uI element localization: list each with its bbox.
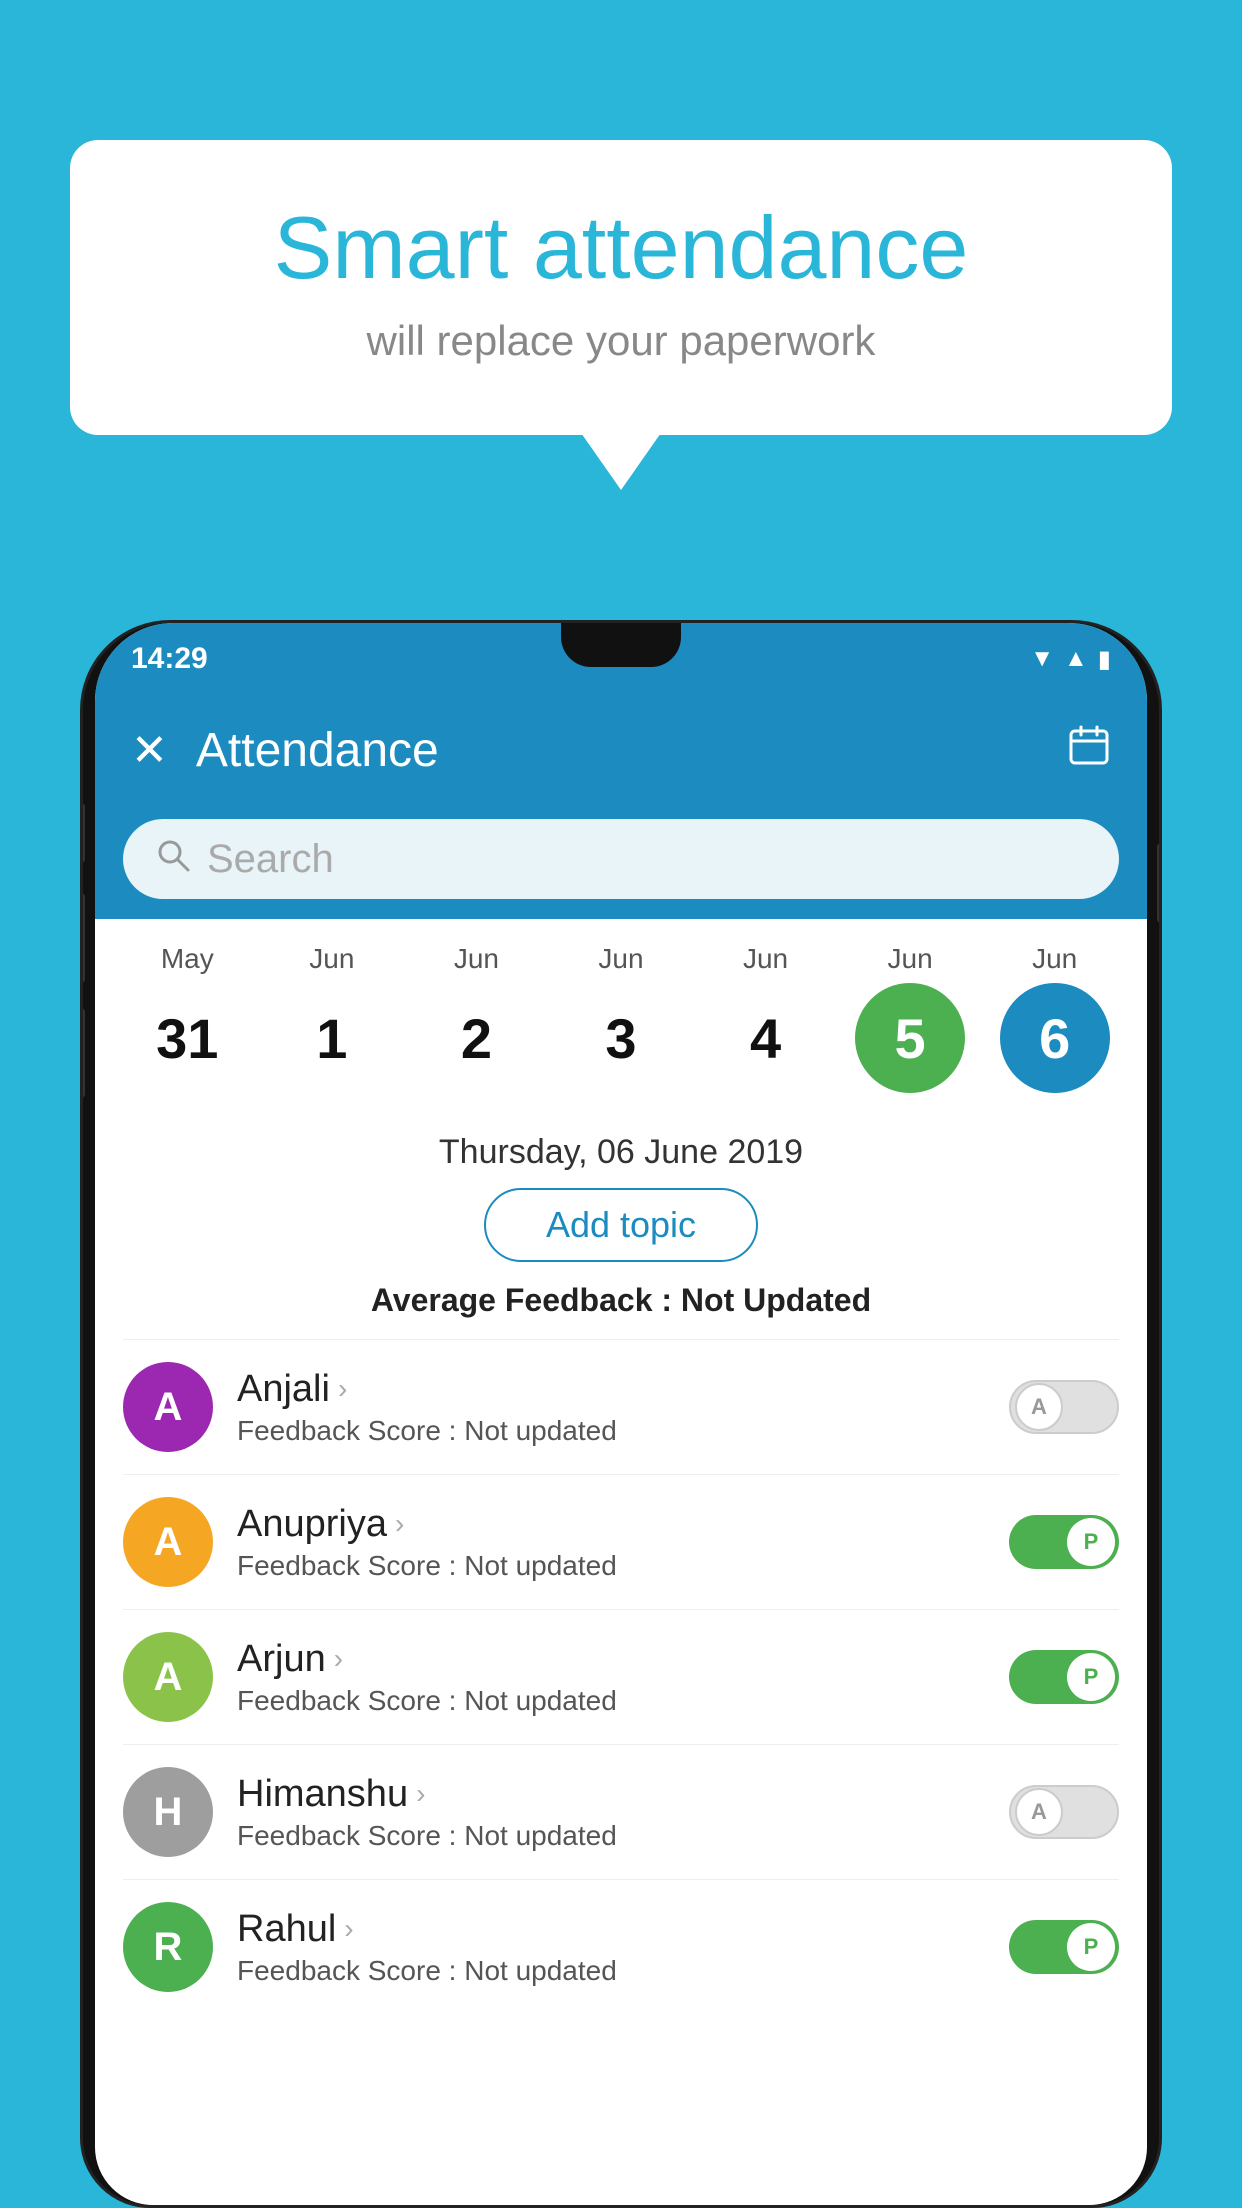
- toggle-circle: P: [1067, 1653, 1115, 1701]
- close-button[interactable]: ✕: [131, 725, 168, 776]
- date-month-label: Jun: [888, 943, 933, 975]
- avatar: H: [123, 1767, 213, 1857]
- battery-icon: ▮: [1098, 645, 1111, 674]
- student-name: Anjali›: [237, 1368, 985, 1411]
- avatar: A: [123, 1497, 213, 1587]
- feedback-score: Feedback Score : Not updated: [237, 1685, 985, 1717]
- date-month-label: Jun: [454, 943, 499, 975]
- bottom-fade: [95, 2125, 1147, 2205]
- attendance-toggle[interactable]: A: [1009, 1785, 1119, 1839]
- toggle-circle: P: [1067, 1923, 1115, 1971]
- student-name: Anupriya›: [237, 1503, 985, 1546]
- average-feedback: Average Feedback : Not Updated: [123, 1282, 1119, 1339]
- calendar-icon[interactable]: [1067, 723, 1111, 777]
- status-icons: ▼ ▲ ▮: [1030, 645, 1111, 674]
- wifi-icon: ▼: [1030, 645, 1054, 673]
- student-name: Arjun›: [237, 1638, 985, 1681]
- search-icon: [155, 837, 191, 882]
- date-month-label: Jun: [1032, 943, 1077, 975]
- bubble-subtitle: will replace your paperwork: [140, 317, 1102, 365]
- date-day-number[interactable]: 6: [1000, 983, 1110, 1093]
- phone-screen: 14:29 ▼ ▲ ▮ ✕ Attendance: [95, 623, 1147, 2205]
- student-info: Rahul› Feedback Score : Not updated: [237, 1908, 985, 1987]
- avg-feedback-value: Not Updated: [681, 1282, 871, 1318]
- date-month-label: Jun: [598, 943, 643, 975]
- student-item[interactable]: H Himanshu› Feedback Score : Not updated A: [123, 1744, 1119, 1879]
- student-info: Anupriya› Feedback Score : Not updated: [237, 1503, 985, 1582]
- chevron-icon: ›: [334, 1643, 343, 1675]
- search-bar[interactable]: Search: [123, 819, 1119, 899]
- chevron-icon: ›: [344, 1913, 353, 1945]
- student-list: AAnjali›Feedback Score : Not updatedAAAn…: [123, 1339, 1119, 2014]
- student-name-text: Arjun: [237, 1638, 326, 1681]
- avatar: A: [123, 1632, 213, 1722]
- avg-feedback-label: Average Feedback :: [371, 1282, 672, 1318]
- toggle-circle: A: [1015, 1788, 1063, 1836]
- app-bar-title: Attendance: [196, 723, 1039, 778]
- search-container: Search: [95, 805, 1147, 919]
- avatar: R: [123, 1902, 213, 1992]
- date-column[interactable]: Jun 1: [267, 943, 397, 1093]
- feedback-score: Feedback Score : Not updated: [237, 1955, 985, 1987]
- date-month-label: Jun: [309, 943, 354, 975]
- feedback-score: Feedback Score : Not updated: [237, 1415, 985, 1447]
- chevron-icon: ›: [395, 1508, 404, 1540]
- attendance-toggle[interactable]: P: [1009, 1650, 1119, 1704]
- student-item[interactable]: R Rahul› Feedback Score : Not updated P: [123, 1879, 1119, 2014]
- volume-down-button: [80, 1008, 85, 1098]
- search-input[interactable]: Search: [207, 837, 334, 882]
- student-info: Anjali› Feedback Score : Not updated: [237, 1368, 985, 1447]
- student-name: Rahul›: [237, 1908, 985, 1951]
- signal-icon: ▲: [1064, 645, 1088, 673]
- toggle-circle: P: [1067, 1518, 1115, 1566]
- date-day-number[interactable]: 3: [566, 983, 676, 1093]
- avatar: A: [123, 1362, 213, 1452]
- student-name: Himanshu›: [237, 1773, 985, 1816]
- student-item[interactable]: A Arjun› Feedback Score : Not updated P: [123, 1609, 1119, 1744]
- content-area: Thursday, 06 June 2019 Add topic Average…: [95, 1109, 1147, 2014]
- student-info: Arjun› Feedback Score : Not updated: [237, 1638, 985, 1717]
- student-name-text: Rahul: [237, 1908, 336, 1951]
- toggle-circle: A: [1015, 1383, 1063, 1431]
- date-day-number[interactable]: 1: [277, 983, 387, 1093]
- date-day-number[interactable]: 2: [421, 983, 531, 1093]
- date-column[interactable]: Jun 6: [990, 943, 1120, 1093]
- feedback-score: Feedback Score : Not updated: [237, 1550, 985, 1582]
- date-month-label: May: [161, 943, 214, 975]
- status-time: 14:29: [131, 642, 208, 676]
- attendance-toggle[interactable]: A: [1009, 1380, 1119, 1434]
- date-column[interactable]: Jun 4: [701, 943, 831, 1093]
- selected-date: Thursday, 06 June 2019: [123, 1109, 1119, 1188]
- date-month-label: Jun: [743, 943, 788, 975]
- chevron-icon: ›: [416, 1778, 425, 1810]
- student-info: Himanshu› Feedback Score : Not updated: [237, 1773, 985, 1852]
- student-name-text: Anupriya: [237, 1503, 387, 1546]
- date-column[interactable]: May 31: [122, 943, 252, 1093]
- chevron-icon: ›: [338, 1373, 347, 1405]
- feedback-score: Feedback Score : Not updated: [237, 1820, 985, 1852]
- date-column[interactable]: Jun 5: [845, 943, 975, 1093]
- student-item[interactable]: A Anupriya› Feedback Score : Not updated P: [123, 1474, 1119, 1609]
- date-day-number[interactable]: 4: [711, 983, 821, 1093]
- calendar-strip: May 31 Jun 1 Jun 2 Jun 3 Jun 4 Jun 5 Jun 6: [95, 919, 1147, 1109]
- volume-button-right: [1157, 843, 1162, 923]
- date-column[interactable]: Jun 3: [556, 943, 686, 1093]
- date-day-number[interactable]: 31: [132, 983, 242, 1093]
- student-name-text: Himanshu: [237, 1773, 408, 1816]
- phone-notch: [561, 623, 681, 667]
- attendance-toggle[interactable]: P: [1009, 1920, 1119, 1974]
- power-button: [80, 803, 85, 863]
- add-topic-button[interactable]: Add topic: [484, 1188, 758, 1262]
- bubble-title: Smart attendance: [140, 200, 1102, 297]
- phone-frame: 14:29 ▼ ▲ ▮ ✕ Attendance: [80, 620, 1162, 2208]
- attendance-toggle[interactable]: P: [1009, 1515, 1119, 1569]
- date-column[interactable]: Jun 2: [411, 943, 541, 1093]
- app-bar: ✕ Attendance: [95, 695, 1147, 805]
- date-day-number[interactable]: 5: [855, 983, 965, 1093]
- speech-bubble: Smart attendance will replace your paper…: [70, 140, 1172, 435]
- volume-up-button: [80, 893, 85, 983]
- student-item[interactable]: A Anjali› Feedback Score : Not updated A: [123, 1339, 1119, 1474]
- student-name-text: Anjali: [237, 1368, 330, 1411]
